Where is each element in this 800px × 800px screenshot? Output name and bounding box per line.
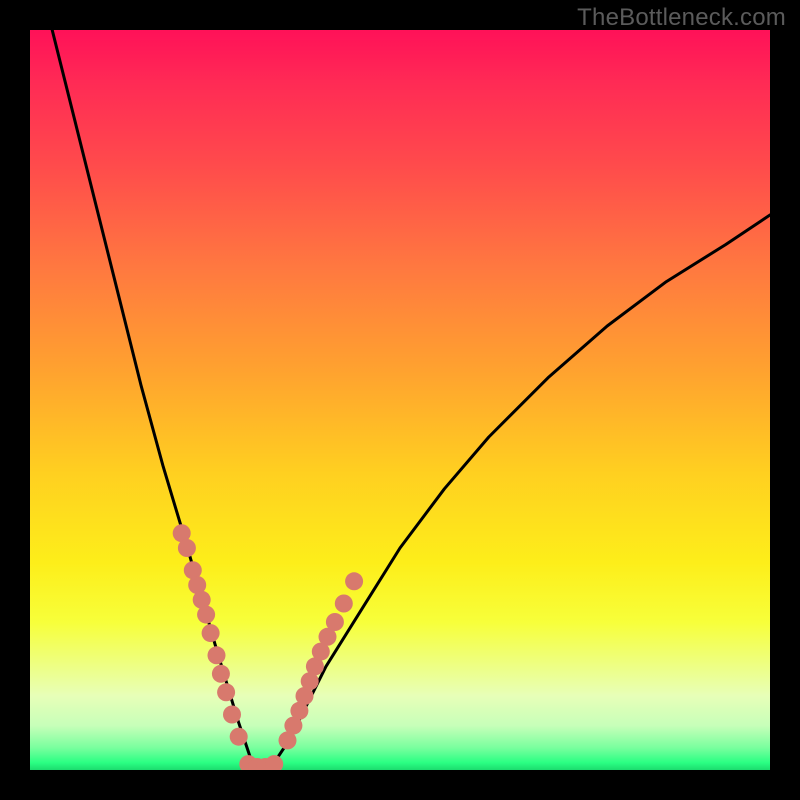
data-point — [208, 646, 226, 664]
plot-area — [30, 30, 770, 770]
chart-frame: TheBottleneck.com — [0, 0, 800, 800]
data-point — [223, 706, 241, 724]
bottleneck-curve-path — [52, 30, 770, 770]
data-point — [202, 624, 220, 642]
attribution-label: TheBottleneck.com — [577, 4, 786, 32]
data-point — [345, 572, 363, 590]
chart-svg — [30, 30, 770, 770]
data-point — [265, 755, 283, 770]
data-point — [212, 665, 230, 683]
data-point — [197, 606, 215, 624]
data-points — [173, 524, 363, 770]
data-point — [217, 683, 235, 701]
data-point — [326, 613, 344, 631]
data-point — [178, 539, 196, 557]
data-point — [230, 728, 248, 746]
curve-line — [52, 30, 770, 770]
data-point — [335, 595, 353, 613]
